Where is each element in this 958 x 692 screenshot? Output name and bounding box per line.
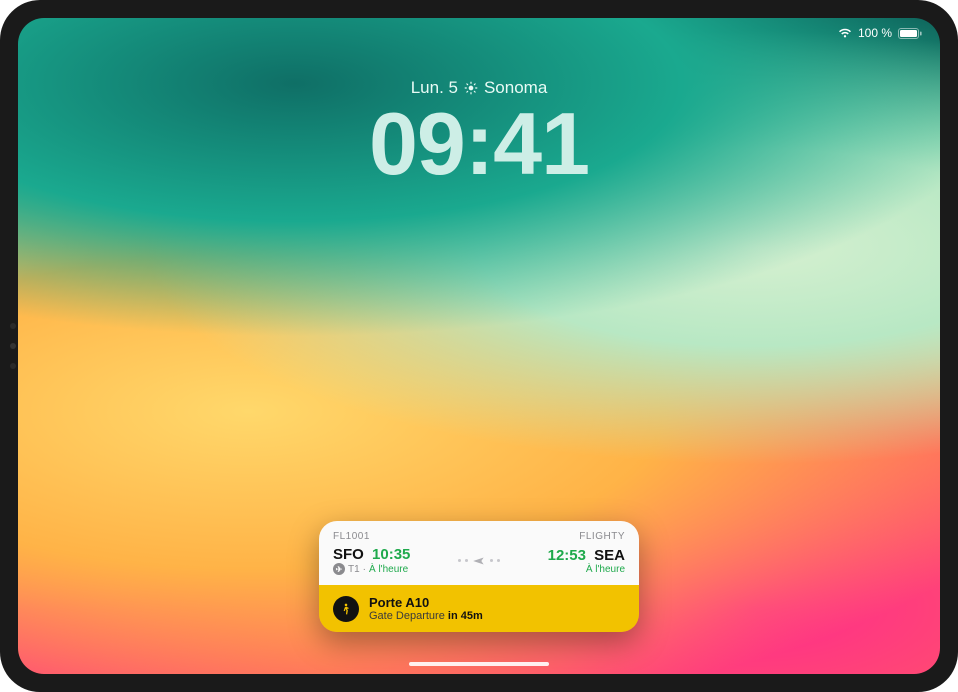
- gate-text: Porte A10 Gate Departure in 45m: [369, 595, 483, 622]
- flight-card-bottom: Porte A10 Gate Departure in 45m: [319, 585, 639, 632]
- flight-row: SFO 10:35 ✈ T1 · À l'heure: [333, 546, 625, 575]
- flight-card-header: FL1001 FLIGHTY: [333, 531, 625, 542]
- arrival-time: 12:53: [548, 547, 586, 564]
- wifi-icon: [838, 28, 852, 38]
- departure-code: SFO: [333, 546, 364, 563]
- sun-icon: [464, 81, 478, 95]
- battery-percent: 100 %: [858, 26, 892, 40]
- gate-sub-prefix: Gate Departure: [369, 610, 445, 622]
- gate-title: Porte A10: [369, 595, 483, 610]
- home-indicator[interactable]: [409, 662, 549, 666]
- gate-sub-time: in 45m: [448, 610, 483, 622]
- flight-number: FL1001: [333, 531, 370, 542]
- lock-screen[interactable]: 100 % Lun. 5 Sonoma 09:41 FL1001 FLIGHTY: [18, 18, 940, 674]
- plane-icon: [472, 554, 486, 568]
- lock-header: Lun. 5 Sonoma 09:41: [18, 78, 940, 188]
- arrival-column: 12:53 SEA À l'heure: [544, 547, 625, 575]
- battery-icon: [898, 28, 922, 39]
- arrival-status: À l'heure: [586, 564, 625, 575]
- front-camera: [10, 343, 16, 349]
- departure-status: À l'heure: [369, 564, 408, 575]
- walk-icon: [333, 596, 359, 622]
- ipad-frame: 100 % Lun. 5 Sonoma 09:41 FL1001 FLIGHTY: [0, 0, 958, 692]
- flight-card-top: FL1001 FLIGHTY SFO 10:35 ✈ T1 · À l'he: [319, 521, 639, 585]
- flight-live-activity[interactable]: FL1001 FLIGHTY SFO 10:35 ✈ T1 · À l'he: [319, 521, 639, 632]
- terminal-icon: ✈: [333, 563, 345, 575]
- widget-app-name: FLIGHTY: [579, 531, 625, 542]
- departure-time: 10:35: [372, 546, 410, 563]
- departure-column: SFO 10:35 ✈ T1 · À l'heure: [333, 546, 414, 575]
- clock-time: 09:41: [18, 100, 940, 188]
- departure-terminal: T1: [348, 564, 360, 575]
- status-bar: 100 %: [838, 26, 922, 40]
- flight-path: [414, 554, 543, 568]
- arrival-code: SEA: [594, 547, 625, 564]
